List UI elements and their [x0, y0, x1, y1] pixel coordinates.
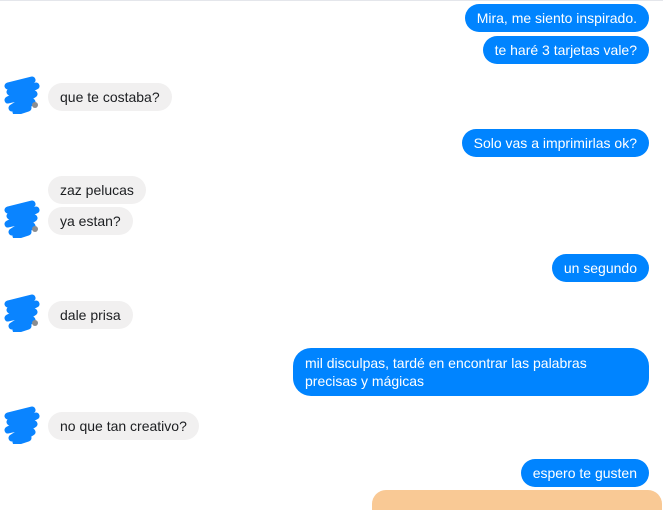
- chat-top-divider: [0, 0, 663, 1]
- next-message-bubble[interactable]: [372, 490, 662, 510]
- contact-avatar[interactable]: [2, 294, 40, 332]
- incoming-message[interactable]: zaz pelucas: [48, 176, 146, 204]
- contact-avatar[interactable]: [2, 406, 40, 444]
- incoming-message[interactable]: que te costaba?: [48, 83, 172, 111]
- incoming-message[interactable]: ya estan?: [48, 207, 133, 235]
- scribbled-avatar-icon: [4, 200, 40, 238]
- outgoing-message[interactable]: un segundo: [551, 254, 649, 282]
- contact-avatar[interactable]: [2, 200, 40, 238]
- outgoing-message[interactable]: te haré 3 tarjetas vale?: [482, 36, 649, 64]
- scribbled-avatar-icon: [4, 406, 40, 444]
- outgoing-message[interactable]: Mira, me siento inspirado.: [464, 4, 649, 32]
- scribbled-avatar-icon: [4, 294, 40, 332]
- contact-avatar[interactable]: [2, 76, 40, 114]
- scribbled-avatar-icon: [4, 76, 40, 114]
- incoming-message[interactable]: dale prisa: [48, 301, 133, 329]
- incoming-message[interactable]: no que tan creativo?: [48, 412, 199, 440]
- outgoing-message[interactable]: mil disculpas, tardé en encontrar las pa…: [293, 348, 649, 396]
- outgoing-message[interactable]: espero te gusten: [520, 459, 649, 487]
- outgoing-message[interactable]: Solo vas a imprimirlas ok?: [461, 129, 649, 157]
